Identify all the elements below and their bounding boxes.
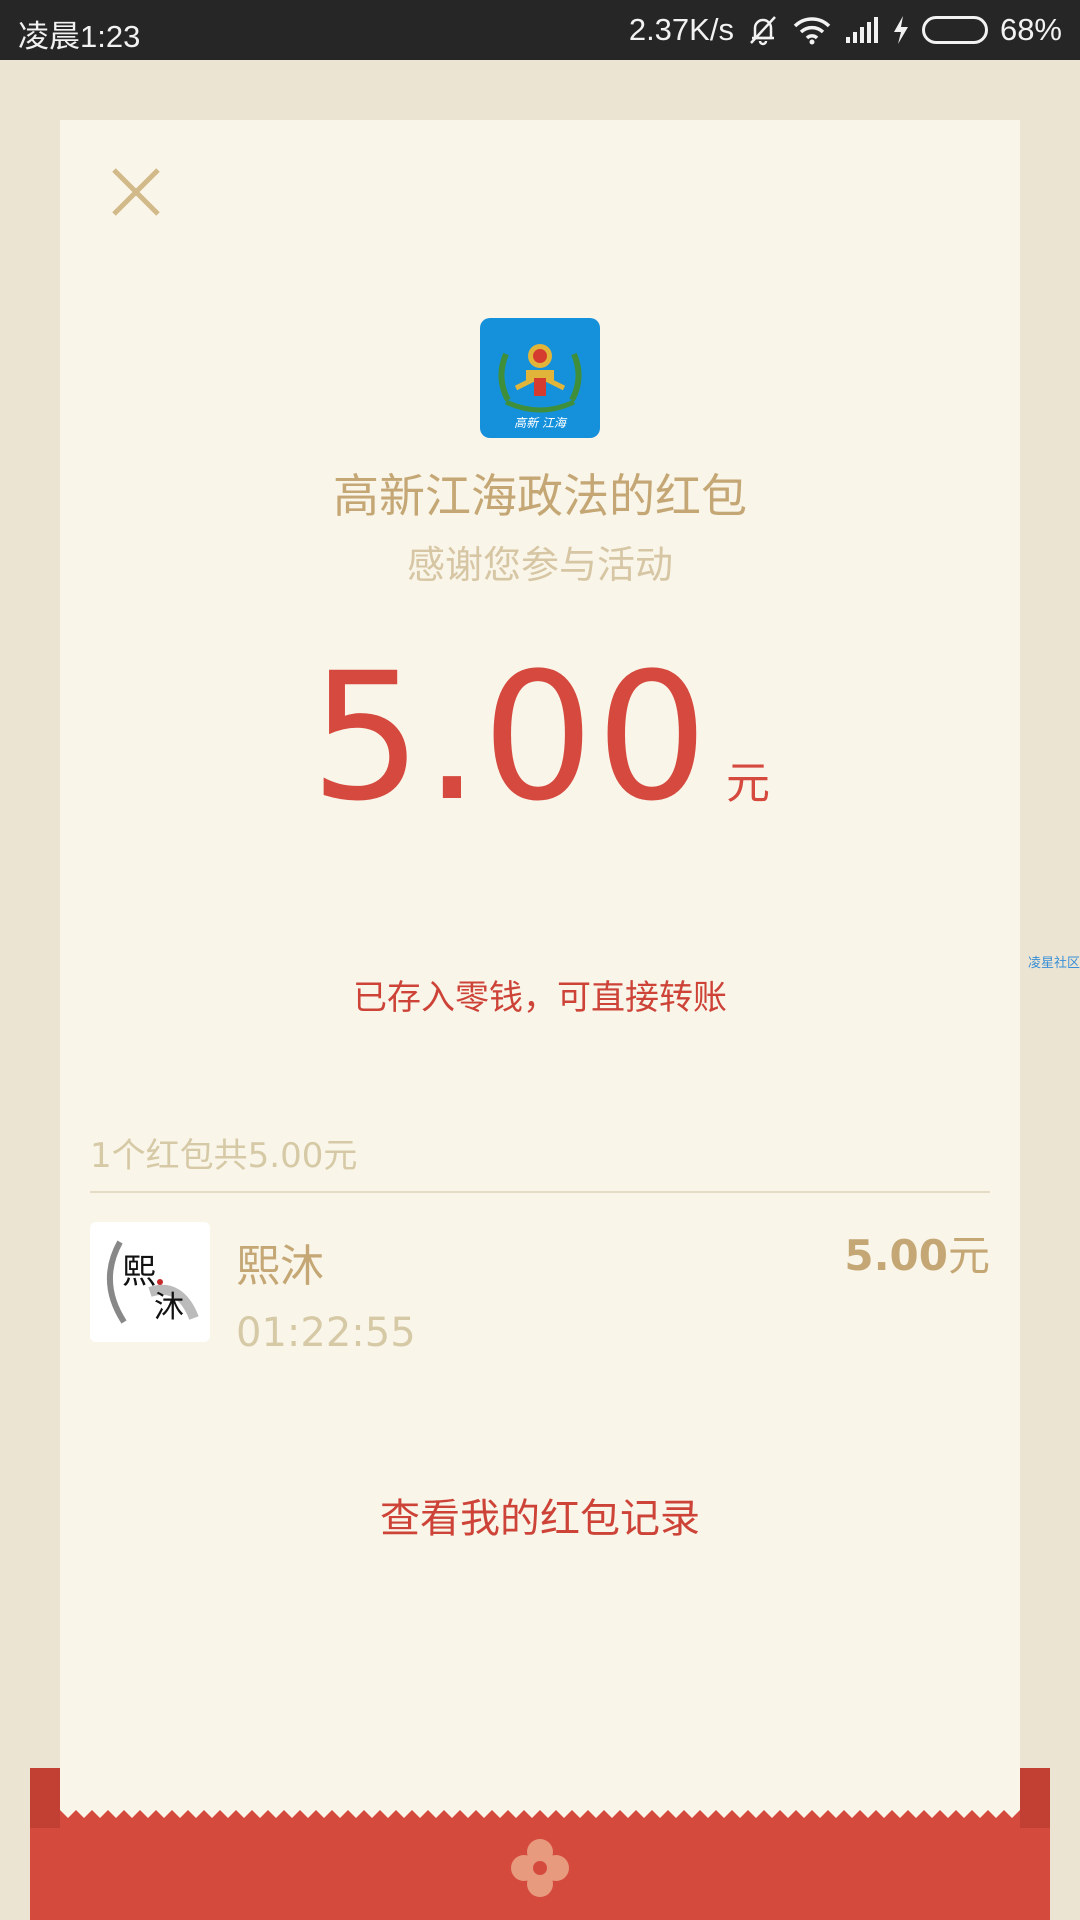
amount-display: 5.00 元 (60, 648, 1020, 828)
envelope-flower-icon (510, 1838, 570, 1898)
wifi-icon (792, 14, 832, 46)
sender-logo: 高新 江海 (480, 318, 600, 438)
charging-bolt-icon (892, 15, 910, 45)
status-icons: 2.37K/s 68% (629, 8, 1062, 52)
red-packet-detail-card: 高新 江海 高新江海政法的红包 感谢您参与活动 5.00 元 已存入零钱，可直接… (60, 120, 1020, 1840)
receiver-amount-unit: 元 (947, 1231, 990, 1280)
receiver-amount: 5.00 元 (844, 1222, 990, 1283)
avatar-char-1: 熙 (122, 1252, 156, 1292)
logo-text: 高新 江海 (514, 416, 566, 430)
signal-icon (844, 15, 880, 45)
view-records-link[interactable]: 查看我的红包记录 (60, 1486, 1020, 1544)
close-button[interactable] (104, 160, 168, 224)
receiver-time: 01:22:55 (236, 1310, 416, 1356)
receiver-name: 熙沐 (236, 1241, 324, 1292)
sender-title: 高新江海政法的红包 (333, 469, 747, 523)
status-bar: 凌晨1:23 2.37K/s 68% (0, 0, 1080, 60)
receiver-row[interactable]: 熙 沐 熙沐 01:22:55 5.00 元 (90, 1222, 990, 1356)
avatar-char-2: 沐 (154, 1290, 184, 1325)
avatar[interactable]: 熙 沐 (90, 1222, 210, 1342)
battery-icon (921, 16, 988, 44)
mute-bell-icon (746, 13, 780, 47)
battery-percent: 68% (999, 12, 1062, 47)
close-icon (112, 168, 160, 216)
packet-summary: 1个红包共5.00元 (90, 1136, 358, 1176)
network-speed: 2.37K/s (628, 12, 734, 47)
divider (90, 1191, 990, 1193)
side-watermark-label: 凌星社区 (1028, 956, 1080, 971)
wish-text: 感谢您参与活动 (406, 543, 673, 587)
amount-value: 5.00 (310, 635, 710, 840)
receiver-amount-value: 5.00 (844, 1231, 948, 1280)
amount-note[interactable]: 已存入零钱，可直接转账 (60, 970, 1020, 1019)
status-time: 凌晨1:23 (18, 19, 141, 54)
amount-unit: 元 (725, 758, 770, 809)
